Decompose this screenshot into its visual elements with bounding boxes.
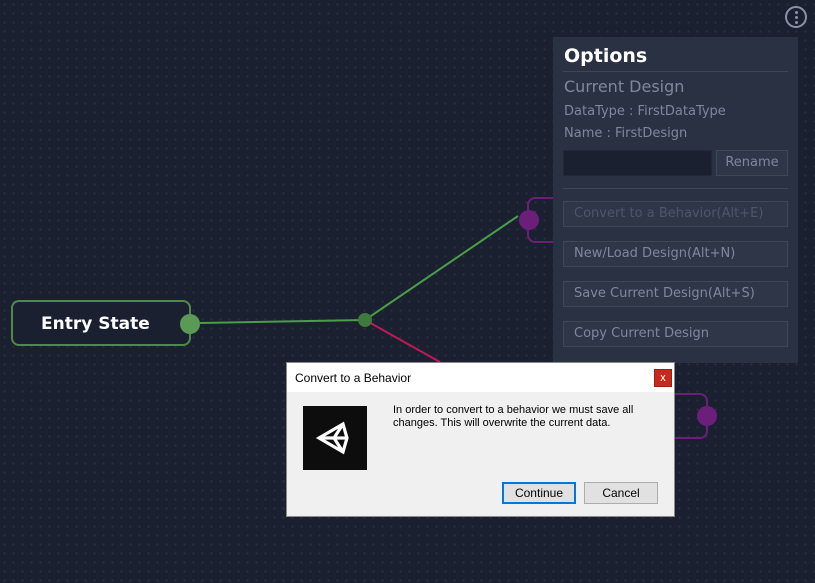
dialog-body: In order to convert to a behavior we mus… — [287, 392, 674, 516]
options-title: Options — [564, 45, 648, 67]
save-current-design-button[interactable]: Save Current Design(Alt+S) — [563, 281, 788, 307]
datatype-text: DataType : FirstDataType — [564, 104, 726, 119]
junction-point[interactable] — [358, 313, 372, 327]
current-design-heading: Current Design — [564, 77, 685, 96]
entry-state-output-port[interactable] — [180, 314, 200, 334]
unity-logo-icon — [303, 406, 367, 470]
edge-junction-to-upper — [364, 215, 519, 321]
more-vertical-icon[interactable] — [785, 6, 807, 28]
options-panel: Options Current Design DataType : FirstD… — [553, 37, 798, 363]
lower-node-output-port[interactable] — [697, 406, 717, 426]
convert-to-behavior-button[interactable]: Convert to a Behavior(Alt+E) — [563, 201, 788, 227]
continue-button[interactable]: Continue — [502, 482, 576, 504]
dialog-titlebar[interactable]: Convert to a Behavior x — [287, 363, 674, 392]
cancel-button[interactable]: Cancel — [584, 482, 658, 504]
entry-state-label: Entry State — [41, 314, 150, 334]
copy-current-design-button[interactable]: Copy Current Design — [563, 321, 788, 347]
entry-state-node[interactable]: Entry State — [11, 300, 191, 346]
options-divider — [563, 71, 788, 72]
edge-junction-to-lower — [364, 319, 441, 363]
new-load-design-button[interactable]: New/Load Design(Alt+N) — [563, 241, 788, 267]
dialog-message: In order to convert to a behavior we mus… — [393, 404, 634, 429]
close-icon[interactable]: x — [654, 369, 672, 387]
rename-button[interactable]: Rename — [716, 150, 788, 176]
design-name-text: Name : FirstDesign — [564, 126, 688, 141]
upper-node-input-port[interactable] — [519, 210, 539, 230]
dialog-title: Convert to a Behavior — [295, 371, 412, 385]
edge-entry-to-junction — [199, 319, 366, 324]
convert-dialog: Convert to a Behavior x In order to conv… — [286, 362, 675, 517]
rename-input[interactable] — [563, 150, 712, 176]
options-divider — [563, 188, 788, 189]
